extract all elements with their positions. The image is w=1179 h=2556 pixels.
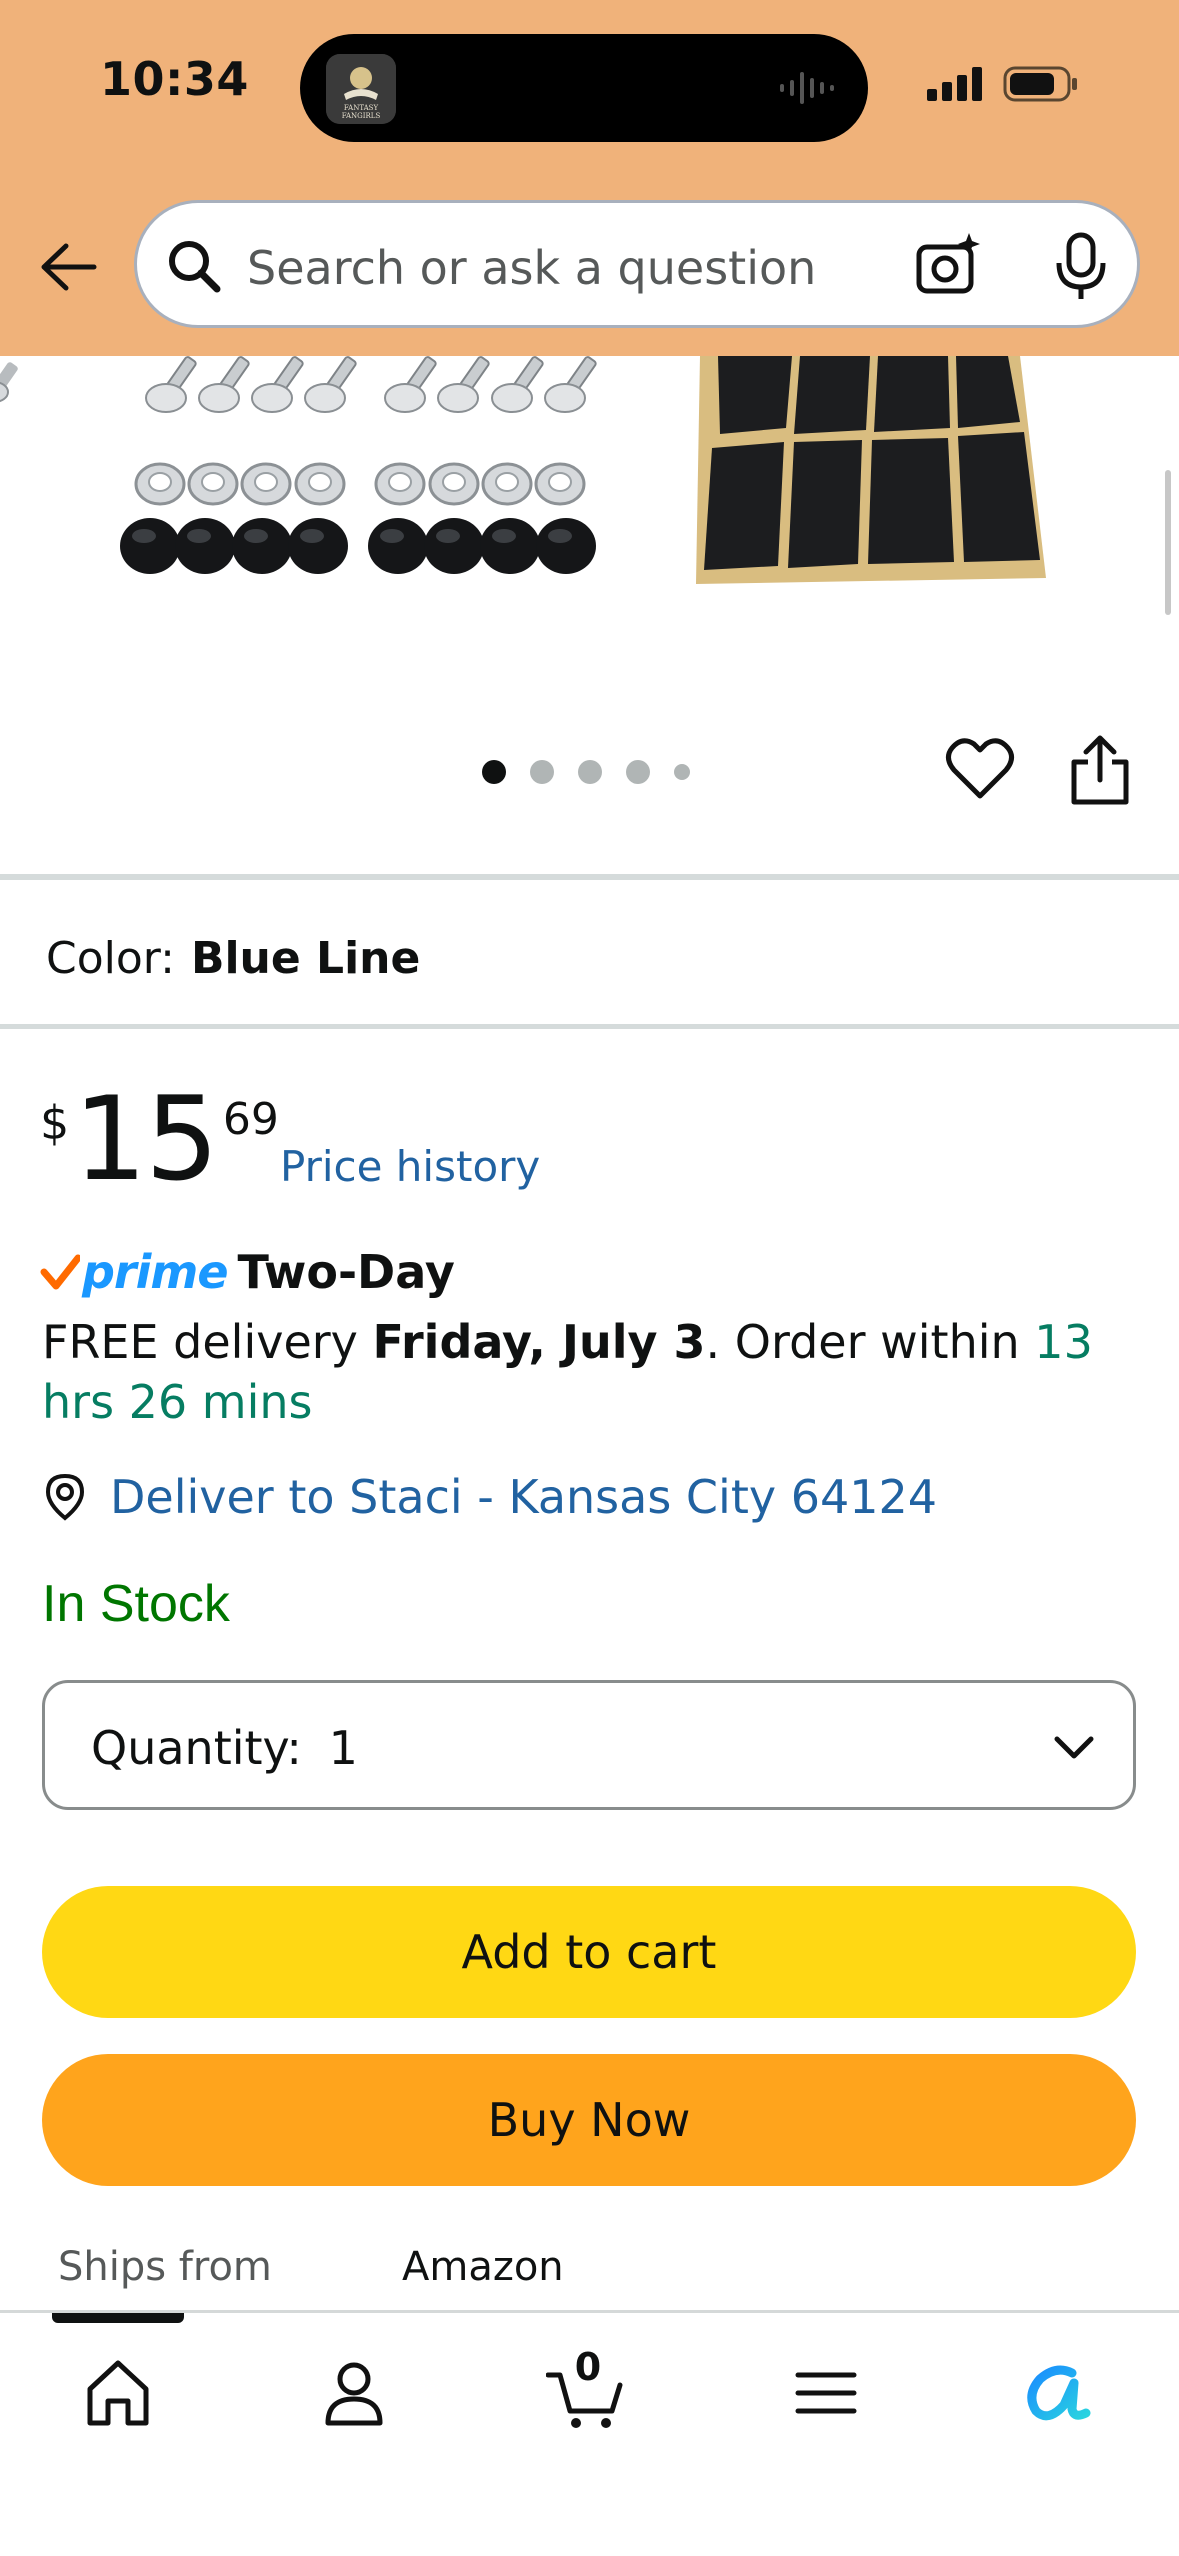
location-pin-icon [45, 1473, 85, 1521]
rufus-assistant-icon[interactable] [1016, 2353, 1096, 2433]
search-icon [169, 241, 221, 293]
share-icon[interactable] [1068, 734, 1132, 806]
image-pager-dots[interactable] [482, 760, 690, 784]
quantity-dropdown[interactable]: Quantity: 1 [42, 1680, 1136, 1810]
now-playing-app-icon: FANTASY FANGIRLS [326, 54, 396, 124]
dynamic-island: FANTASY FANGIRLS [300, 34, 868, 142]
back-arrow-icon[interactable] [36, 236, 98, 298]
app-header: 10:34 FANTASY FANGIRLS Search or ask a q… [0, 0, 1179, 356]
pager-dot[interactable] [530, 760, 554, 784]
account-icon[interactable] [314, 2353, 394, 2433]
add-to-cart-button[interactable]: Add to cart [42, 1886, 1136, 2018]
quantity-value: 1 [328, 1721, 358, 1775]
prime-badge: prime Two-Day [40, 1245, 455, 1299]
price-fraction: 69 [222, 1094, 279, 1145]
delivery-prefix: FREE delivery [42, 1315, 373, 1369]
page-scrollbar[interactable] [1165, 470, 1171, 615]
delivery-date: Friday, July 3 [372, 1315, 706, 1369]
bottom-navigation: 0 [0, 2310, 1179, 2556]
delivery-info: FREE delivery Friday, July 3. Order with… [42, 1312, 1142, 1432]
menu-icon[interactable] [786, 2353, 866, 2433]
ships-from-label: Ships from [58, 2244, 272, 2290]
svg-text:FANGIRLS: FANGIRLS [342, 112, 381, 120]
color-value: Blue Line [190, 933, 421, 984]
cart-count-badge: 0 [574, 2345, 602, 2389]
search-bar[interactable]: Search or ask a question [134, 200, 1140, 328]
quantity-label: Quantity: [91, 1721, 302, 1775]
pager-dot[interactable] [482, 760, 506, 784]
pager-dot[interactable] [578, 760, 602, 784]
battery-icon [1003, 66, 1077, 102]
microphone-icon[interactable] [1049, 231, 1113, 301]
prime-speed: Two-Day [237, 1245, 455, 1299]
status-indicators [927, 66, 1079, 102]
home-icon[interactable] [78, 2353, 158, 2433]
delivery-middle: . Order within [705, 1315, 1035, 1369]
prime-label: prime [82, 1245, 229, 1299]
prime-check-icon [40, 1254, 80, 1290]
section-divider [0, 1024, 1179, 1029]
price-whole: 15 [73, 1072, 219, 1207]
price: $ 15 69 [40, 1080, 279, 1200]
buy-now-button[interactable]: Buy Now [42, 2054, 1136, 2186]
signal-icon [927, 67, 982, 101]
audio-wave-icon [780, 72, 834, 104]
active-tab-indicator [52, 2313, 184, 2323]
color-selector[interactable]: Color: Blue Line [46, 933, 420, 984]
deliver-to-text[interactable]: Deliver to Staci - Kansas City 64124 [110, 1470, 937, 1524]
price-history-link[interactable]: Price history [280, 1142, 540, 1191]
pager-dot[interactable] [674, 764, 690, 780]
quantity-text: Quantity: 1 [91, 1721, 358, 1775]
status-time: 10:34 [100, 52, 249, 106]
color-label: Color: [46, 933, 175, 984]
camera-search-icon[interactable] [913, 231, 983, 301]
price-symbol: $ [40, 1096, 70, 1150]
search-input[interactable]: Search or ask a question [247, 241, 816, 295]
chevron-down-icon [1054, 1736, 1094, 1759]
deliver-to-link[interactable]: Deliver to Staci - Kansas City 64124 [42, 1470, 937, 1524]
stock-status: In Stock [42, 1575, 230, 1633]
cart-tab[interactable]: 0 [545, 2345, 626, 2433]
heart-icon[interactable] [944, 736, 1016, 802]
svg-text:FANTASY: FANTASY [344, 104, 379, 112]
ships-from-value: Amazon [402, 2244, 564, 2290]
section-divider [0, 874, 1179, 880]
pager-dot[interactable] [626, 760, 650, 784]
